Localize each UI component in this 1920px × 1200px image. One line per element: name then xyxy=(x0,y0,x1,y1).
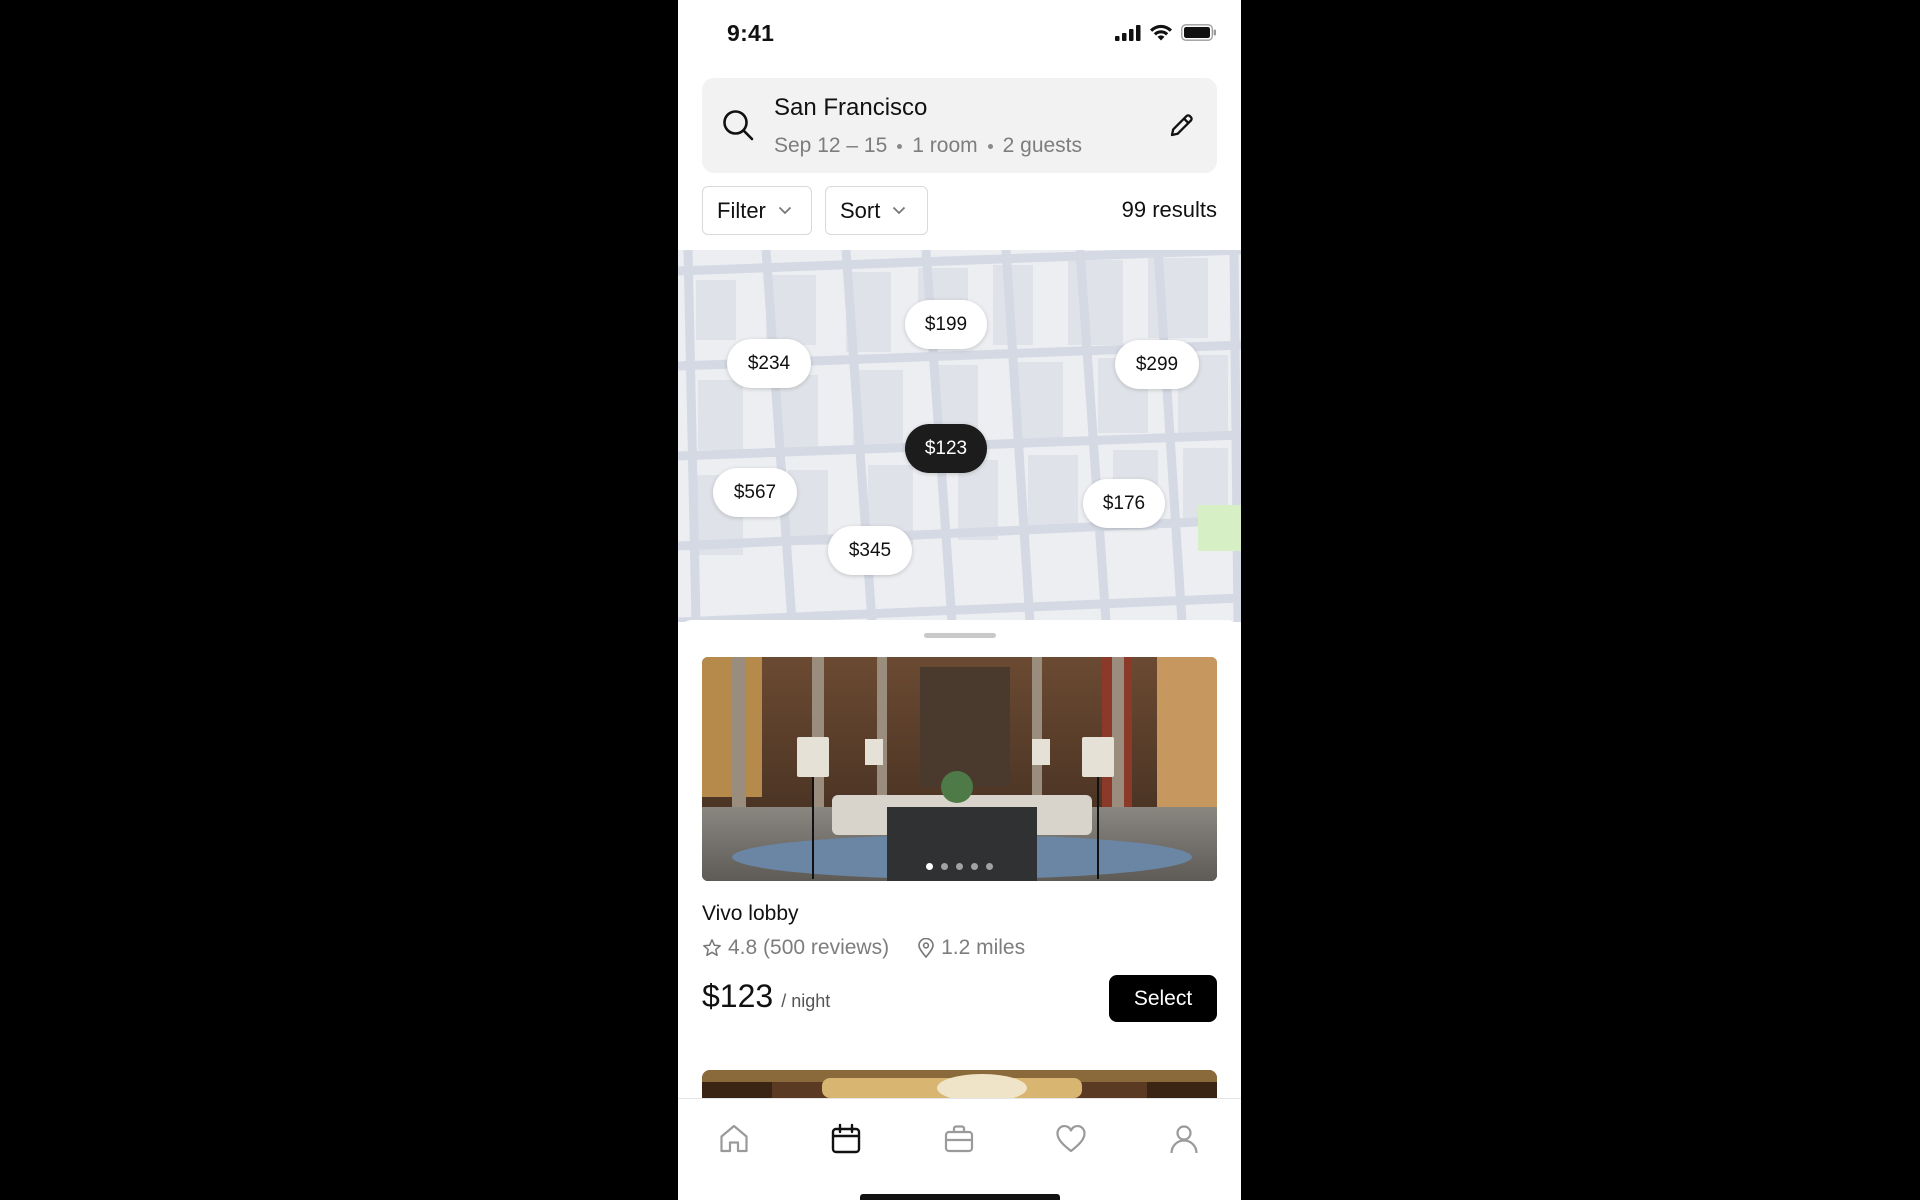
results-count: 99 results xyxy=(1121,197,1217,222)
sort-button[interactable]: Sort xyxy=(825,186,928,235)
select-button[interactable]: Select xyxy=(1109,975,1217,1022)
phone-screen: 9:41 San Francisco Sep 12 – 15 1 room 2 … xyxy=(678,0,1241,1200)
briefcase-icon xyxy=(944,1125,974,1153)
rating-group: 4.8 (500 reviews) xyxy=(702,936,889,960)
map-pin[interactable]: $567 xyxy=(713,468,797,517)
battery-icon xyxy=(1181,24,1216,41)
filter-button[interactable]: Filter xyxy=(702,186,812,235)
search-bar[interactable]: San Francisco Sep 12 – 15 1 room 2 guest… xyxy=(702,78,1217,173)
map-pin[interactable]: $345 xyxy=(828,526,912,575)
search-city: San Francisco xyxy=(774,94,928,121)
hotel-name[interactable]: Vivo lobby xyxy=(702,902,799,926)
home-icon xyxy=(720,1124,748,1153)
price-row: $123 / night xyxy=(702,978,830,1015)
calendar-icon xyxy=(831,1123,861,1154)
search-details: Sep 12 – 15 1 room 2 guests xyxy=(774,134,1082,158)
carousel-dot[interactable] xyxy=(941,863,948,870)
distance-group: 1.2 miles xyxy=(917,936,1025,960)
status-icons xyxy=(1115,24,1217,41)
hotel-price: $123 xyxy=(702,978,774,1014)
edit-icon[interactable] xyxy=(1167,112,1195,140)
profile-icon xyxy=(1170,1125,1198,1154)
search-guests: 2 guests xyxy=(1002,134,1083,157)
tab-bookings[interactable] xyxy=(826,1119,866,1159)
bottom-tab-bar xyxy=(678,1098,1241,1200)
search-dates: Sep 12 – 15 xyxy=(774,134,888,157)
hotel-rating: 4.8 (500 reviews) xyxy=(728,936,890,959)
home-indicator xyxy=(860,1194,1060,1200)
separator-dot xyxy=(987,143,993,149)
search-rooms: 1 room xyxy=(912,134,978,157)
filter-label: Filter xyxy=(717,197,766,223)
tab-home[interactable] xyxy=(714,1119,754,1159)
map-pin-selected[interactable]: $123 xyxy=(905,424,987,473)
hotel-info-row: 4.8 (500 reviews) 1.2 miles xyxy=(702,936,1025,960)
tab-saved[interactable] xyxy=(1051,1119,1091,1159)
wifi-icon xyxy=(1150,24,1172,41)
tab-trips[interactable] xyxy=(939,1119,979,1159)
carousel-dot[interactable] xyxy=(926,863,933,870)
heart-icon xyxy=(1056,1124,1086,1153)
status-time: 9:41 xyxy=(727,20,775,46)
carousel-dot[interactable] xyxy=(986,863,993,870)
hotel-photo-carousel[interactable] xyxy=(702,657,1217,881)
next-hotel-photo[interactable] xyxy=(702,1070,1217,1100)
search-icon xyxy=(723,110,754,141)
signal-icon xyxy=(1115,24,1141,41)
hotel-lobby-image xyxy=(702,1070,1217,1100)
chevron-down-icon xyxy=(778,206,792,215)
map-pin[interactable]: $299 xyxy=(1115,340,1199,389)
carousel-dots xyxy=(702,863,1217,870)
map-view[interactable]: $199 $234 $299 $123 $567 $176 $345 xyxy=(678,250,1241,622)
status-bar: 9:41 xyxy=(678,0,1241,66)
map-pin[interactable]: $234 xyxy=(727,339,811,388)
results-sheet: Vivo lobby 4.8 (500 reviews) 1.2 miles $… xyxy=(678,620,1241,1100)
hotel-lobby-image xyxy=(702,657,1217,881)
sort-label: Sort xyxy=(840,197,881,223)
star-icon xyxy=(703,939,721,957)
map-pin[interactable]: $199 xyxy=(905,300,987,349)
carousel-dot[interactable] xyxy=(971,863,978,870)
price-unit: / night xyxy=(781,991,831,1011)
location-pin-icon xyxy=(918,938,934,958)
carousel-dot[interactable] xyxy=(956,863,963,870)
drag-handle[interactable] xyxy=(924,633,996,638)
tab-profile[interactable] xyxy=(1164,1119,1204,1159)
chevron-down-icon xyxy=(893,206,906,215)
hotel-distance: 1.2 miles xyxy=(941,936,1026,959)
map-pin[interactable]: $176 xyxy=(1083,479,1165,528)
separator-dot xyxy=(897,143,903,149)
